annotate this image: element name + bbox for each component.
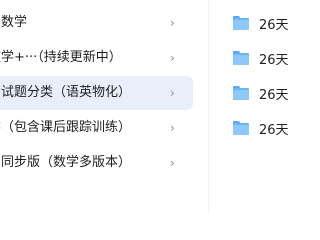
sidebar-item-1[interactable]: 数学+···（持续更新中） › [0,41,193,75]
chevron-right-icon: › [170,156,175,170]
folder-icon [233,51,249,65]
sidebar-item-label: 考试题分类（语英物化） [0,85,132,100]
folder-icon [233,16,249,30]
sidebar-item-label: 中同步版（数学多版本） [0,155,132,170]
sidebar-item-label: 中数学 [0,15,28,30]
chevron-right-icon: › [170,51,175,65]
sidebar-item-0[interactable]: 中数学 › [0,6,193,40]
file-list-item-3[interactable]: 26天 [233,111,289,145]
sidebar-item-3[interactable]: 学（包含课后跟踪训练） › [0,111,193,145]
file-list-item-1[interactable]: 26天 [233,41,289,75]
file-label: 26天 [259,87,289,103]
folder-icon [233,86,249,100]
chevron-right-icon: › [170,16,175,30]
file-label: 26天 [259,52,289,68]
file-list-item-0[interactable]: 26天 [233,6,289,40]
folder-icon [233,121,249,135]
sidebar-item-label: 学（包含课后跟踪训练） [0,120,132,135]
file-label: 26天 [259,122,289,138]
folder-tree-panel: 中数学 › 数学+···（持续更新中） › 考试题分类（语英物化） › 学（包含… [0,0,199,211]
chevron-right-icon: › [170,86,175,100]
file-list-item-2[interactable]: 26天 [233,76,289,110]
sidebar-item-4[interactable]: 中同步版（数学多版本） › [0,146,193,180]
file-label: 26天 [259,17,289,33]
sidebar-item-2[interactable]: 考试题分类（语英物化） › [0,76,193,110]
panel-divider [208,0,209,211]
chevron-right-icon: › [170,121,175,135]
sidebar-item-label: 数学+···（持续更新中） [0,50,122,65]
